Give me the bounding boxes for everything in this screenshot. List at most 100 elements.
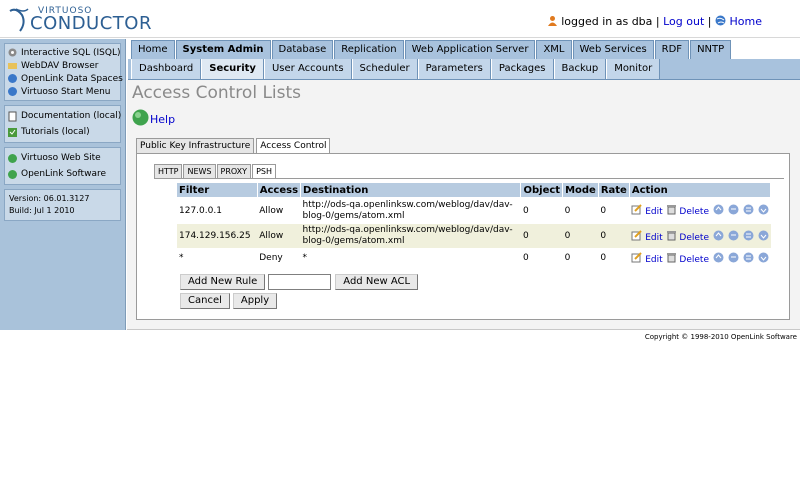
separator: | bbox=[707, 15, 712, 28]
add-controls: Add New Rule Add New ACL bbox=[180, 274, 421, 290]
user-bar: logged in as dba | Log out | Home bbox=[547, 15, 762, 28]
move-top-icon[interactable] bbox=[713, 204, 724, 215]
move-bottom-icon[interactable] bbox=[758, 230, 769, 241]
delete-link[interactable]: Delete bbox=[679, 255, 709, 265]
protocol-tabs: HTTP NEWS PROXY PSH bbox=[154, 164, 277, 178]
add-new-acl-button[interactable]: Add New ACL bbox=[335, 274, 419, 290]
table-row: 127.0.0.1 Allow http://ods-qa.openlinksw… bbox=[177, 197, 771, 224]
tab-backup[interactable]: Backup bbox=[553, 59, 607, 79]
tab-scheduler[interactable]: Scheduler bbox=[351, 59, 418, 79]
tab-psh[interactable]: PSH bbox=[252, 164, 276, 178]
col-mode: Mode bbox=[562, 183, 599, 197]
help-icon bbox=[132, 109, 149, 126]
tab-home[interactable]: Home bbox=[131, 40, 175, 59]
version-text: Version: 06.01.3127 bbox=[9, 194, 90, 203]
copyright-footer: Copyright © 1998-2010 OpenLink Software bbox=[644, 333, 797, 341]
col-access: Access bbox=[257, 183, 302, 197]
move-up-icon[interactable] bbox=[728, 204, 739, 215]
new-acl-name-input[interactable] bbox=[268, 274, 332, 290]
edit-link[interactable]: Edit bbox=[645, 233, 662, 243]
cell-filter: 174.129.156.25 bbox=[177, 224, 258, 248]
cell-filter: 127.0.0.1 bbox=[179, 205, 222, 216]
app-header: VIRTUOSO CONDUCTOR logged in as dba | Lo… bbox=[0, 0, 800, 38]
cell-action: Edit Delete bbox=[629, 224, 771, 248]
cell-destination: http://ods-qa.openlinksw.com/weblog/dav/… bbox=[302, 199, 513, 221]
trash-icon[interactable] bbox=[666, 204, 677, 215]
tab-replication[interactable]: Replication bbox=[334, 40, 404, 59]
col-object: Object bbox=[520, 183, 564, 197]
move-top-icon[interactable] bbox=[713, 230, 724, 241]
tab-system-admin[interactable]: System Admin bbox=[175, 40, 271, 59]
tab-nntp[interactable]: NNTP bbox=[690, 40, 732, 59]
sidebar-item-label: Tutorials (local) bbox=[21, 127, 90, 137]
move-up-icon[interactable] bbox=[728, 230, 739, 241]
edit-link[interactable]: Edit bbox=[645, 255, 662, 265]
globe-icon bbox=[8, 74, 17, 83]
delete-link[interactable]: Delete bbox=[679, 233, 709, 243]
build-text: Build: Jul 1 2010 bbox=[9, 206, 75, 215]
sidebar-item-isql[interactable]: Interactive SQL (ISQL) bbox=[7, 46, 121, 59]
delete-link[interactable]: Delete bbox=[679, 207, 709, 217]
tab-dashboard[interactable]: Dashboard bbox=[131, 59, 202, 79]
tab-web-app-server[interactable]: Web Application Server bbox=[404, 40, 536, 59]
edit-icon[interactable] bbox=[631, 229, 643, 241]
tab-rdf[interactable]: RDF bbox=[654, 40, 690, 59]
acl-panel: Filter Access Destination Object Mode Ra… bbox=[154, 178, 784, 315]
tab-user-accounts[interactable]: User Accounts bbox=[263, 59, 352, 79]
tab-pki[interactable]: Public Key Infrastructure bbox=[136, 138, 255, 153]
logout-link[interactable]: Log out bbox=[663, 15, 704, 28]
cell-access: Deny bbox=[259, 253, 283, 263]
outer-tabs: Public Key Infrastructure Access Control bbox=[136, 138, 332, 153]
move-down-icon[interactable] bbox=[743, 252, 754, 263]
sidebar-item-openlink[interactable]: OpenLink Software bbox=[7, 166, 118, 182]
sidebar-item-label: OpenLink Software bbox=[21, 169, 107, 179]
home-link[interactable]: Home bbox=[730, 15, 762, 28]
tab-web-services[interactable]: Web Services bbox=[572, 40, 654, 59]
cancel-button[interactable]: Cancel bbox=[180, 293, 230, 309]
move-up-icon[interactable] bbox=[728, 252, 739, 263]
tab-parameters[interactable]: Parameters bbox=[417, 59, 491, 79]
help-label: Help bbox=[150, 113, 176, 126]
sidebar-links-group: Virtuoso Web Site OpenLink Software bbox=[4, 147, 121, 185]
cell-object: 0 bbox=[522, 205, 529, 216]
apply-button[interactable]: Apply bbox=[232, 293, 278, 309]
edit-link[interactable]: Edit bbox=[645, 207, 662, 217]
cell-destination: * bbox=[302, 252, 308, 263]
tab-monitor[interactable]: Monitor bbox=[606, 59, 661, 79]
tab-database[interactable]: Database bbox=[271, 40, 334, 59]
col-action: Action bbox=[629, 183, 772, 197]
tab-proxy[interactable]: PROXY bbox=[216, 164, 252, 178]
tab-access-control[interactable]: Access Control bbox=[256, 138, 331, 153]
sidebar-item-virtuoso-site[interactable]: Virtuoso Web Site bbox=[7, 150, 118, 166]
user-icon bbox=[547, 16, 557, 26]
add-new-rule-button[interactable]: Add New Rule bbox=[180, 274, 266, 290]
tab-news[interactable]: NEWS bbox=[183, 164, 216, 178]
move-down-icon[interactable] bbox=[743, 204, 754, 215]
edit-icon[interactable] bbox=[631, 204, 643, 215]
sidebar-item-documentation[interactable]: Documentation (local) bbox=[7, 108, 121, 124]
table-row: 174.129.156.25 Allow http://ods-qa.openl… bbox=[177, 224, 771, 248]
cell-rate: 0 bbox=[600, 205, 607, 216]
sidebar-item-label: Virtuoso Web Site bbox=[21, 153, 101, 163]
move-down-icon[interactable] bbox=[743, 230, 754, 241]
sidebar-item-start-menu[interactable]: Virtuoso Start Menu bbox=[7, 85, 118, 98]
sidebar-item-tutorials[interactable]: Tutorials (local) bbox=[7, 124, 118, 140]
tab-xml[interactable]: XML bbox=[536, 40, 572, 59]
access-control-panel: HTTP NEWS PROXY PSH Filter Access Destin… bbox=[136, 153, 790, 320]
sidebar-item-data-spaces[interactable]: OpenLink Data Spaces bbox=[7, 72, 123, 85]
move-bottom-icon[interactable] bbox=[758, 204, 769, 215]
move-top-icon[interactable] bbox=[713, 252, 724, 263]
col-destination: Destination bbox=[300, 183, 522, 197]
globe-icon bbox=[8, 169, 17, 179]
move-bottom-icon[interactable] bbox=[758, 252, 769, 263]
tab-packages[interactable]: Packages bbox=[490, 59, 554, 79]
trash-icon[interactable] bbox=[666, 230, 677, 241]
tab-http[interactable]: HTTP bbox=[154, 164, 183, 178]
sidebar-item-webdav[interactable]: WebDAV Browser bbox=[7, 59, 118, 72]
help-link[interactable]: Help bbox=[132, 109, 175, 126]
col-rate: Rate bbox=[598, 183, 630, 197]
edit-icon[interactable] bbox=[631, 251, 643, 263]
tab-security[interactable]: Security bbox=[201, 59, 264, 79]
trash-icon[interactable] bbox=[666, 252, 677, 263]
globe-icon bbox=[8, 87, 17, 96]
